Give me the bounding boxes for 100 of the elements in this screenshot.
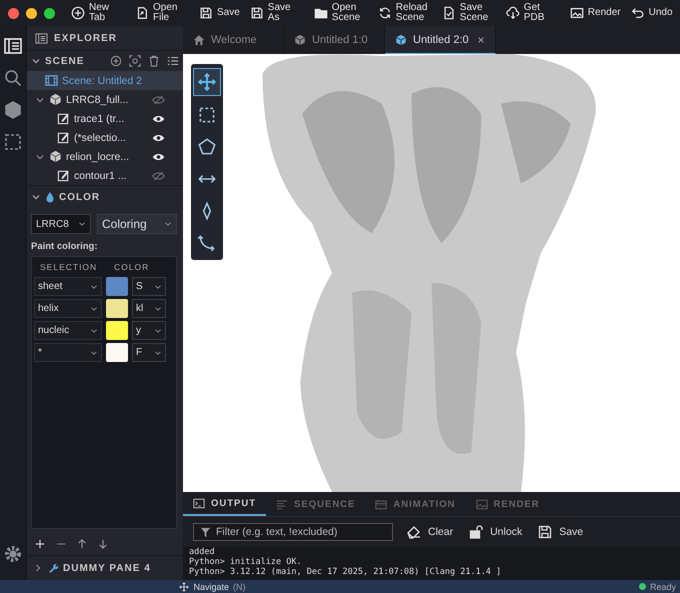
color-name-dropdown[interactable]: kl: [132, 299, 166, 318]
image-icon: [476, 498, 488, 510]
eye-icon[interactable]: [152, 132, 165, 142]
selection-dropdown[interactable]: helix: [34, 299, 102, 318]
status-dot: [639, 583, 646, 590]
coloring-dropdown[interactable]: Coloring: [97, 214, 177, 234]
viewport[interactable]: [183, 54, 680, 492]
tree-item[interactable]: LRRC8_full...: [27, 90, 183, 109]
arrow-up-icon[interactable]: [77, 539, 87, 549]
toolbar-button[interactable]: Save: [195, 6, 244, 20]
panel-action-button[interactable]: Save: [536, 525, 586, 539]
shortcut-hint: (N): [233, 582, 246, 592]
folder-icon: [314, 6, 328, 20]
reload-icon: [378, 6, 392, 20]
chevron-down-icon: [90, 348, 98, 356]
toolbar-button[interactable]: Reload Scene: [374, 3, 436, 23]
toolbar-button[interactable]: Save As: [246, 3, 308, 23]
add-icon[interactable]: [35, 539, 45, 549]
chevron-down-icon[interactable]: [31, 56, 41, 66]
toolbar-button[interactable]: Open File: [131, 3, 193, 23]
list-icon[interactable]: [167, 55, 179, 67]
selection-dropdown[interactable]: sheet: [34, 277, 102, 296]
fit-view-icon[interactable]: [129, 55, 141, 67]
selection-rectangle-icon[interactable]: [3, 132, 23, 152]
chevron-down-icon: [154, 348, 162, 356]
explorer-icon[interactable]: [3, 36, 23, 56]
color-section-title: COLOR: [59, 192, 100, 202]
move-icon[interactable]: [193, 68, 221, 96]
tree-item-label: (*selectio...: [74, 132, 126, 144]
toolbar-button[interactable]: Undo: [626, 6, 677, 20]
edit-icon: [57, 112, 70, 125]
file-icon: [135, 6, 149, 20]
status-text: Ready: [650, 582, 676, 592]
toolbar-button[interactable]: Render: [566, 6, 625, 20]
arrow-down-icon[interactable]: [98, 539, 108, 549]
close-window-button[interactable]: [8, 8, 19, 18]
target-dropdown[interactable]: LRRC8: [31, 214, 91, 234]
chevron-down-icon: [78, 220, 86, 228]
document-check-icon: [442, 6, 456, 20]
chevron-down-icon: [90, 326, 98, 334]
toolbar-button[interactable]: Get PDB: [502, 3, 564, 23]
color-name-dropdown[interactable]: y: [132, 321, 166, 340]
trash-icon[interactable]: [148, 55, 160, 67]
selection-dropdown[interactable]: *: [34, 343, 102, 362]
chevron-down-icon: [90, 282, 98, 290]
color-swatch[interactable]: [106, 321, 128, 340]
undo-icon: [630, 6, 645, 20]
tree-item[interactable]: contour1 ...: [27, 166, 183, 185]
toolbar-button[interactable]: New Tab: [67, 3, 129, 23]
chevron-right-icon[interactable]: [33, 563, 43, 573]
padlock-icon: [469, 525, 484, 539]
filter-icon: [200, 526, 211, 538]
minimize-window-button[interactable]: [26, 8, 37, 18]
close-icon[interactable]: [476, 36, 485, 44]
settings-icon[interactable]: [3, 544, 23, 564]
toolbar-button[interactable]: Save Scene: [438, 3, 500, 23]
add-icon[interactable]: [110, 55, 122, 67]
lines-icon: [276, 498, 288, 510]
edit-icon: [57, 131, 70, 144]
chevron-down-icon: [164, 220, 172, 228]
filter-field[interactable]: Filter (e.g. text, !excluded): [193, 523, 393, 541]
eye-icon[interactable]: [152, 114, 165, 124]
color-swatch[interactable]: [106, 299, 128, 318]
tree-item[interactable]: relion_locre...: [27, 147, 183, 166]
color-swatch[interactable]: [106, 343, 128, 362]
color-swatch[interactable]: [106, 277, 128, 296]
chevron-down-icon[interactable]: [31, 192, 41, 202]
cube-icon: [49, 150, 62, 163]
save-icon: [538, 525, 552, 539]
search-icon[interactable]: [3, 68, 23, 88]
edit-icon: [57, 169, 70, 182]
toolbar-button[interactable]: Open Scene: [310, 3, 372, 23]
chevron-down-icon: [154, 282, 162, 290]
eye-off-icon[interactable]: [152, 170, 165, 180]
dummy-pane-title: DUMMY PANE 4: [63, 562, 151, 574]
tree-item[interactable]: (*selectio...: [27, 128, 183, 147]
zoom-window-button[interactable]: [44, 8, 55, 18]
tree-item-label: LRRC8_full...: [66, 94, 128, 106]
image-icon: [570, 6, 584, 20]
panel-action-button[interactable]: Clear: [405, 525, 456, 539]
cube-icon[interactable]: [3, 100, 23, 120]
scene-section-title: SCENE: [45, 56, 84, 66]
tree-item[interactable]: Scene: Untitled 2: [27, 71, 183, 90]
editor-tab[interactable]: Untitled 2:0: [385, 26, 496, 54]
tab-label: Untitled 1:0: [312, 34, 368, 46]
panel-action-button[interactable]: Unlock: [467, 525, 524, 539]
tree-item-label: trace1 (tr...: [74, 112, 124, 124]
selection-dropdown[interactable]: nucleic: [34, 321, 102, 340]
eye-off-icon[interactable]: [152, 94, 165, 104]
chevron-down-icon: [154, 304, 162, 312]
explorer-icon: [35, 32, 48, 44]
tab-label: Welcome: [211, 34, 257, 46]
color-name-dropdown[interactable]: F: [132, 343, 166, 362]
move-icon: [179, 582, 190, 592]
tab-label: Untitled 2:0: [413, 34, 469, 46]
panel-tab[interactable]: OUTPUT: [183, 492, 266, 516]
eye-icon[interactable]: [152, 152, 165, 162]
droplet-icon: [45, 191, 55, 203]
color-name-dropdown[interactable]: S: [132, 277, 166, 296]
tree-item[interactable]: trace1 (tr...: [27, 109, 183, 128]
